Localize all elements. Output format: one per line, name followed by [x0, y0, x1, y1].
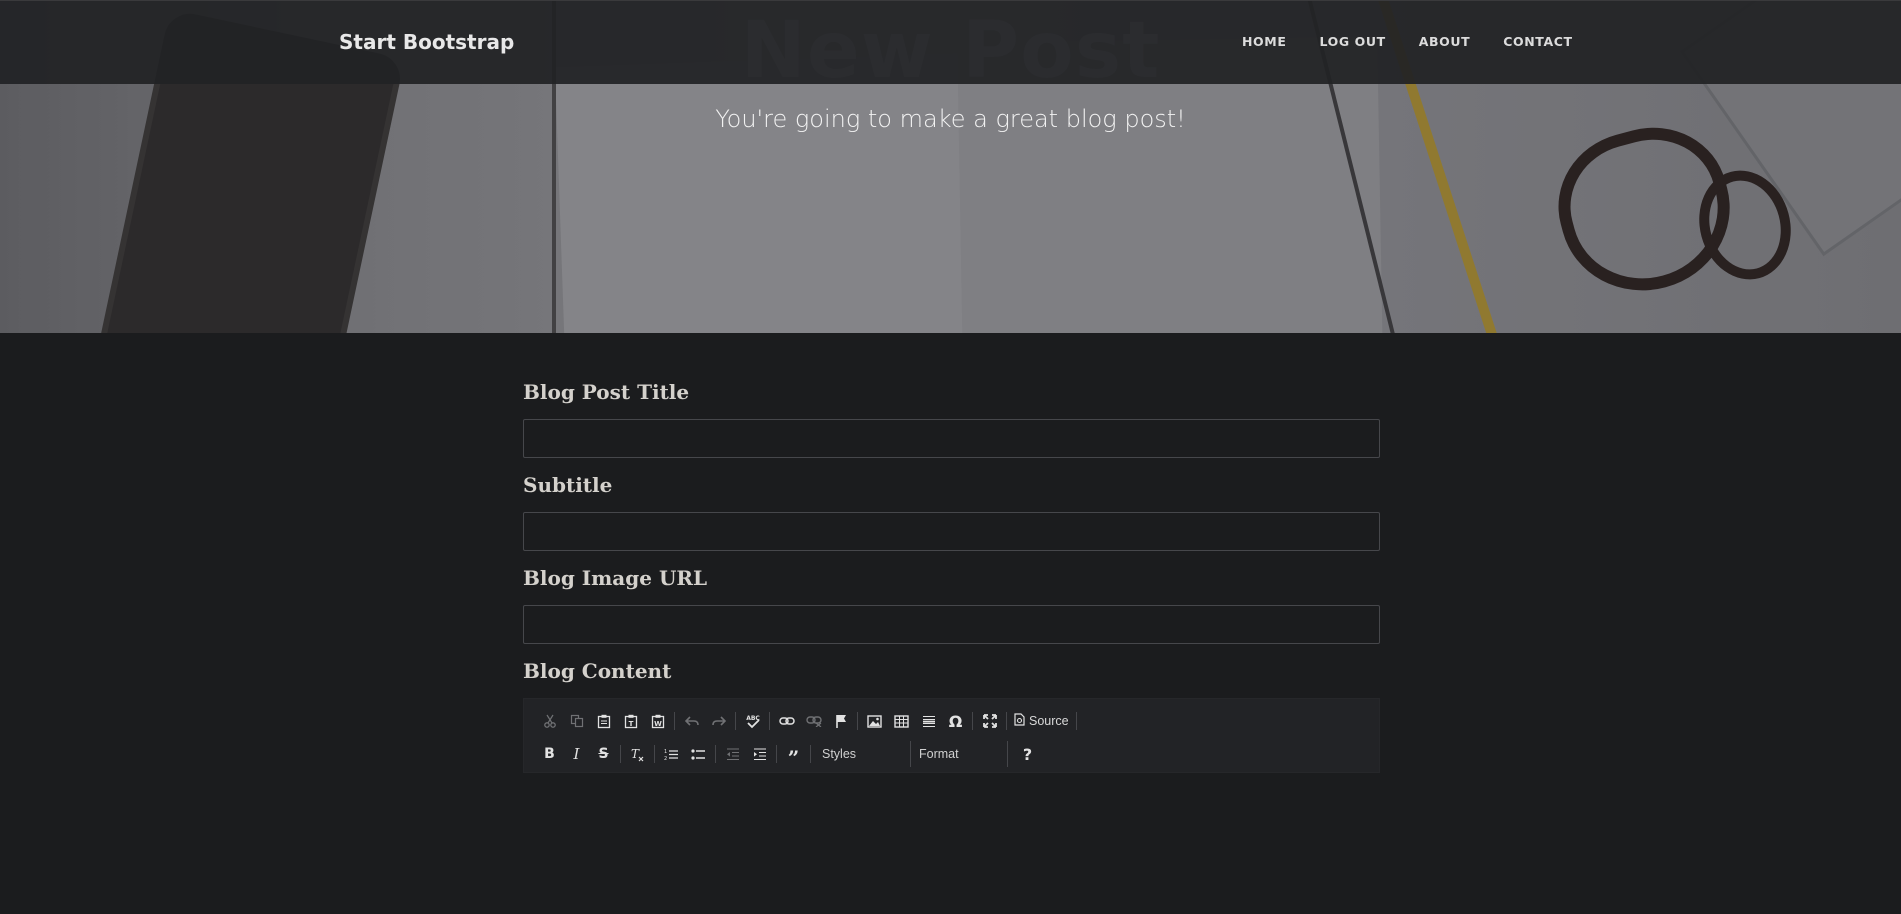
- toolbar-separator: [769, 712, 770, 730]
- unlink-icon[interactable]: [800, 708, 827, 734]
- bold-icon[interactable]: B: [536, 741, 563, 767]
- source-icon: [1014, 713, 1025, 729]
- spellcheck-icon[interactable]: ABC: [739, 708, 766, 734]
- paste-word-icon[interactable]: W: [644, 708, 671, 734]
- content-label: Blog Content: [523, 659, 672, 683]
- toolbar-separator: [620, 745, 621, 763]
- styles-dropdown[interactable]: Styles: [814, 741, 911, 767]
- copy-icon[interactable]: [563, 708, 590, 734]
- toolbar-separator: [1006, 712, 1007, 730]
- toolbar-separator: [857, 712, 858, 730]
- nav-links: HOME LOG OUT ABOUT CONTACT: [1242, 34, 1573, 49]
- svg-text:W: W: [654, 720, 662, 728]
- toolbar-separator: [735, 712, 736, 730]
- svg-text:T: T: [628, 720, 633, 728]
- svg-text:T: T: [631, 747, 640, 761]
- rich-text-editor-toolbar: T W ABC Ω Source B I S T 1 2 ” Styles Fo…: [523, 698, 1380, 773]
- toolbar-separator: [715, 745, 716, 763]
- nav-contact-link[interactable]: CONTACT: [1503, 34, 1572, 49]
- toolbar-row-2: B I S T 12 ” Styles Format ?: [536, 739, 1369, 770]
- new-post-form: Blog Post Title Subtitle Blog Image URL …: [523, 380, 1380, 773]
- italic-icon[interactable]: I: [563, 741, 590, 767]
- indent-icon[interactable]: [746, 741, 773, 767]
- special-char-icon[interactable]: Ω: [942, 708, 969, 734]
- horizontal-rule-icon[interactable]: [915, 708, 942, 734]
- hero-title: New Post: [740, 6, 1161, 96]
- toolbar-separator: [1075, 712, 1077, 730]
- title-label: Blog Post Title: [523, 380, 690, 404]
- navbar: New Post Start Bootstrap HOME LOG OUT AB…: [0, 0, 1901, 96]
- table-icon[interactable]: [888, 708, 915, 734]
- blockquote-icon[interactable]: ”: [780, 741, 807, 770]
- source-button[interactable]: Source: [1010, 713, 1073, 729]
- help-icon[interactable]: ?: [1014, 741, 1041, 767]
- maximize-icon[interactable]: [976, 708, 1003, 734]
- toolbar-separator: [810, 745, 811, 763]
- numbered-list-icon[interactable]: 12: [658, 741, 685, 767]
- hero-subtitle: You're going to make a great blog post!: [715, 105, 1186, 133]
- toolbar-separator: [654, 745, 655, 763]
- format-dropdown[interactable]: Format: [911, 741, 1008, 767]
- remove-format-icon[interactable]: T: [624, 741, 651, 767]
- redo-icon[interactable]: [705, 708, 732, 734]
- toolbar-separator: [776, 745, 777, 763]
- subtitle-label: Subtitle: [523, 473, 613, 497]
- paste-icon[interactable]: [590, 708, 617, 734]
- image-url-label: Blog Image URL: [523, 566, 708, 590]
- title-input[interactable]: [523, 419, 1380, 458]
- bulleted-list-icon[interactable]: [685, 741, 712, 767]
- link-icon[interactable]: [773, 708, 800, 734]
- image-icon[interactable]: [861, 708, 888, 734]
- anchor-icon[interactable]: [827, 708, 854, 734]
- toolbar-row-1: T W ABC Ω Source: [536, 706, 1369, 736]
- toolbar-separator: [674, 712, 675, 730]
- subtitle-input[interactable]: [523, 512, 1380, 551]
- svg-text:2: 2: [664, 756, 667, 761]
- nav-about-link[interactable]: ABOUT: [1419, 34, 1471, 49]
- toolbar-separator: [972, 712, 973, 730]
- svg-text:1: 1: [664, 749, 667, 755]
- strike-icon[interactable]: S: [590, 741, 617, 767]
- nav-logout-link[interactable]: LOG OUT: [1319, 34, 1385, 49]
- brand-link[interactable]: Start Bootstrap: [339, 30, 514, 54]
- undo-icon[interactable]: [678, 708, 705, 734]
- source-label: Source: [1029, 714, 1069, 728]
- image-url-input[interactable]: [523, 605, 1380, 644]
- nav-home-link[interactable]: HOME: [1242, 34, 1286, 49]
- paste-text-icon[interactable]: T: [617, 708, 644, 734]
- cut-icon[interactable]: [536, 708, 563, 734]
- outdent-icon[interactable]: [719, 741, 746, 767]
